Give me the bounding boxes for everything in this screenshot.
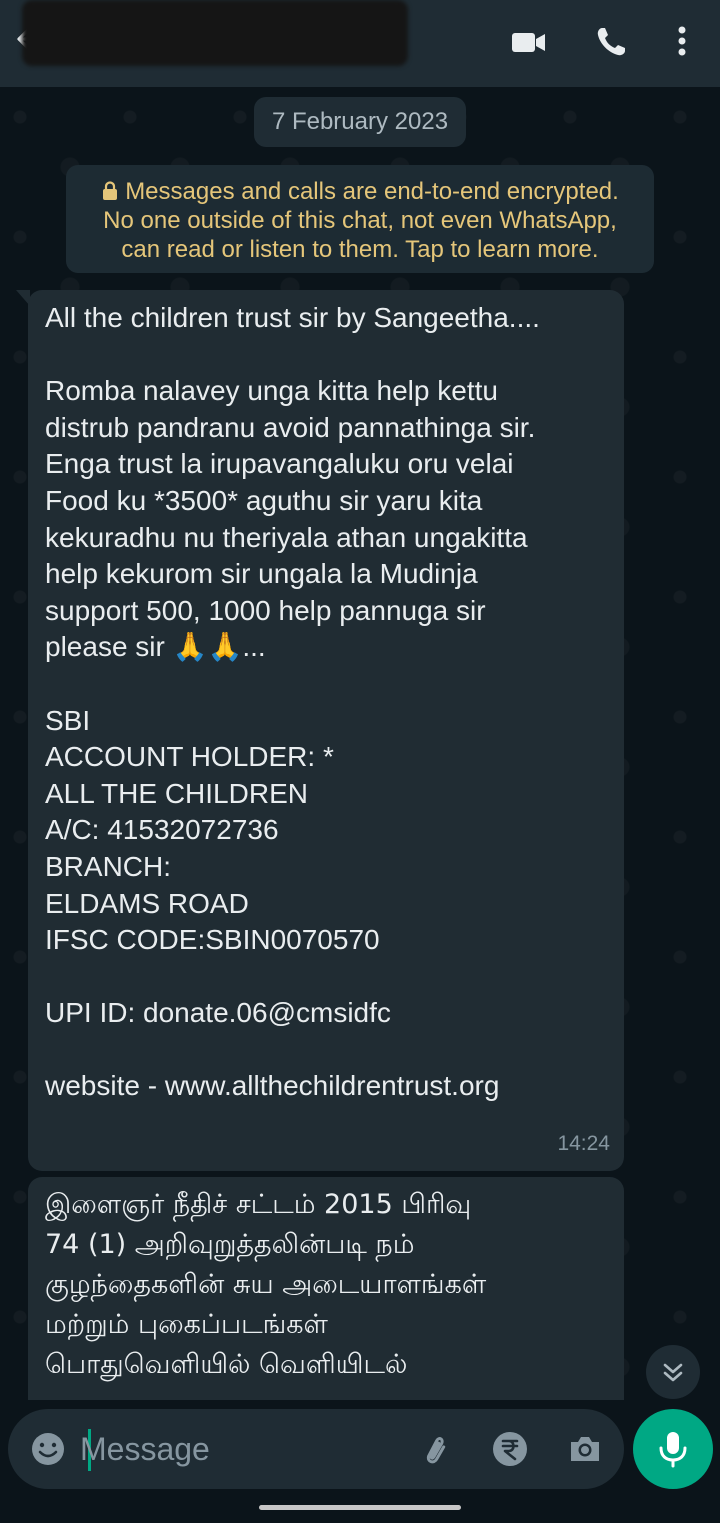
smiley-icon <box>32 1433 64 1465</box>
encryption-notice-line: can read or listen to them. Tap to learn… <box>121 236 599 263</box>
message-line: பொதுவெளியில் வெளியிடல் <box>45 1349 408 1380</box>
message-composer <box>8 1409 624 1489</box>
message-bubble[interactable]: இளைஞர் நீதிச் சட்டம் 2015 பிரிவு 74 (1) … <box>28 1177 624 1410</box>
phone-icon <box>597 28 625 56</box>
message-line: IFSC CODE:SBIN0070570 <box>45 924 380 956</box>
double-chevron-down-icon <box>663 1363 683 1382</box>
message-line: Romba nalavey unga kitta help kettu <box>45 375 498 407</box>
message-line: குழந்தைகளின் சுய அடையாளங்கள் <box>45 1269 487 1300</box>
message-line: please sir 🙏🙏... <box>45 631 266 663</box>
message-line <box>45 337 606 374</box>
message-line: website - www.allthechildrentrust.org <box>45 1070 500 1102</box>
message-line: BRANCH: <box>45 850 172 882</box>
message-line: distrub pandranu avoid pannathinga sir. <box>45 411 536 443</box>
message-line: help kekurom sir ungala la Mudinja <box>45 558 478 590</box>
chat-area[interactable]: 7 February 2023 Messages and calls are e… <box>0 87 720 1410</box>
home-indicator[interactable] <box>259 1505 461 1510</box>
message-line: Enga trust la irupavangaluku oru velai <box>45 448 514 480</box>
voice-call-button[interactable] <box>591 22 631 62</box>
camera-icon <box>571 1437 599 1461</box>
voice-message-button[interactable] <box>633 1409 713 1489</box>
message-line: SBI <box>45 704 91 736</box>
encryption-notice[interactable]: Messages and calls are end-to-end encryp… <box>66 165 654 273</box>
message-line: kekuradhu nu theriyala athan ungakitta <box>45 521 528 553</box>
message-timestamp: 14:24 <box>557 1132 610 1156</box>
encryption-notice-line: No one outside of this chat, not even Wh… <box>103 207 617 234</box>
message-line: ALL THE CHILDREN <box>45 777 308 809</box>
message-line: மற்றும் புகைப்படங்கள் <box>45 1309 328 1340</box>
message-line: A/C: 41532072736 <box>45 814 279 846</box>
composer-bar <box>0 1400 720 1523</box>
message-line: 74 (1) அறிவுறுத்தலின்படி நம் <box>45 1229 415 1260</box>
lock-icon <box>103 181 118 200</box>
more-vertical-icon <box>678 26 686 56</box>
video-call-button[interactable] <box>508 22 548 62</box>
attach-button[interactable] <box>416 1429 456 1469</box>
redacted-contact-name <box>22 0 408 66</box>
message-line: support 500, 1000 help pannuga sir <box>45 594 486 626</box>
date-chip: 7 February 2023 <box>254 97 466 147</box>
message-line: Food ku *3500* aguthu sir yaru kita <box>45 484 483 516</box>
message-bubble[interactable]: All the children trust sir by Sangeetha.… <box>16 290 624 1171</box>
message-line <box>45 959 606 996</box>
more-options-button[interactable] <box>662 22 702 62</box>
message-line: UPI ID: donate.06@cmsidfc <box>45 997 391 1029</box>
chat-header <box>0 0 720 87</box>
rupee-icon <box>493 1432 527 1466</box>
message-line <box>45 666 606 703</box>
paperclip-icon <box>426 1437 446 1464</box>
message-line: இளைஞர் நீதிச் சட்டம் 2015 பிரிவு <box>45 1189 472 1220</box>
scroll-to-bottom-button[interactable] <box>646 1345 700 1399</box>
message-line: ACCOUNT HOLDER: * <box>45 741 334 773</box>
emoji-button[interactable] <box>28 1429 68 1469</box>
message-line <box>45 1032 606 1069</box>
encryption-notice-line: Messages and calls are end-to-end encryp… <box>66 177 654 206</box>
microphone-icon <box>659 1432 687 1468</box>
message-line: All the children trust sir by Sangeetha.… <box>45 302 540 333</box>
camera-button[interactable] <box>565 1429 605 1469</box>
video-camera-icon <box>512 33 545 52</box>
payment-button[interactable] <box>491 1430 529 1468</box>
message-input[interactable] <box>80 1423 380 1475</box>
message-line: ELDAMS ROAD <box>45 887 249 919</box>
